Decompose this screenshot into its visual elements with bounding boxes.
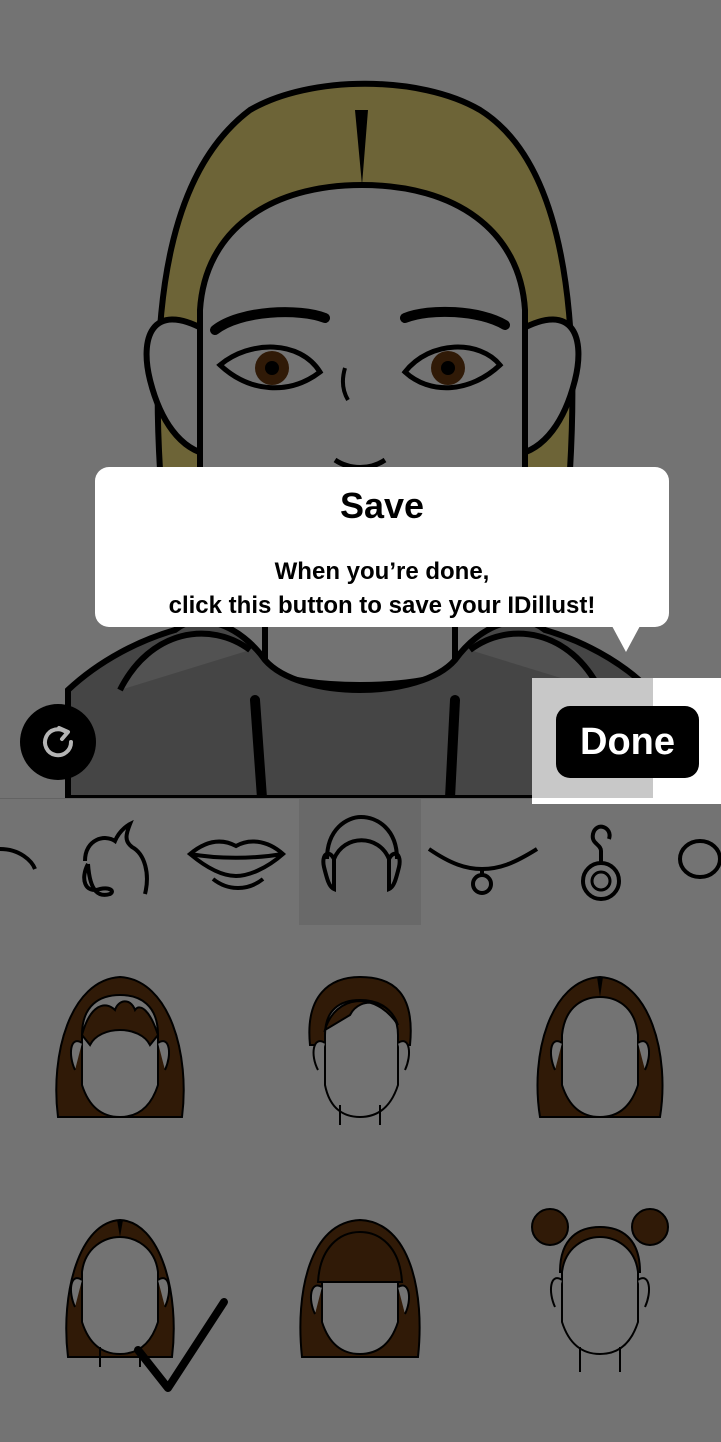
hair-option-space-buns[interactable] [480, 1202, 720, 1442]
checkmark-icon [134, 1298, 228, 1392]
ear-icon [82, 819, 149, 897]
tooltip-line-2: click this button to save your IDillust! [168, 592, 596, 619]
hair-option-blunt-bangs[interactable] [240, 1202, 480, 1442]
eyebrow-icon [0, 847, 37, 870]
hair-option-bob-bangs[interactable] [0, 925, 240, 1165]
category-tray [0, 798, 721, 926]
earring-icon [581, 824, 621, 901]
reset-button[interactable] [20, 704, 96, 780]
tray-item-lips[interactable] [178, 799, 300, 925]
save-tooltip: Save When you’re done, click this button… [95, 467, 669, 627]
ring-icon [678, 839, 721, 879]
tray-item-eyebrow[interactable] [0, 799, 62, 925]
tray-item-hair[interactable] [299, 799, 421, 925]
tooltip-body: When you’re done, click this button to s… [95, 555, 669, 623]
app-screen: Done Save When you’re done, click this b… [0, 0, 721, 1442]
tray-item-earring[interactable] [541, 799, 663, 925]
hair-option-medium-center-part[interactable] [480, 925, 720, 1165]
tooltip-line-1: When you’re done, [274, 558, 490, 585]
hair-option-short-side-part[interactable] [240, 925, 480, 1165]
done-button[interactable]: Done [556, 706, 699, 778]
tooltip-title: Save [339, 485, 425, 526]
necklace-icon [427, 847, 539, 895]
hair-options-grid [0, 925, 721, 1442]
tooltip-pointer [612, 626, 640, 652]
tray-item-ring[interactable] [662, 799, 721, 925]
avatar-face [197, 181, 528, 473]
rotate-icon [43, 726, 74, 758]
lips-icon [186, 839, 287, 890]
tray-item-ear[interactable] [60, 799, 182, 925]
avatar-neck [262, 620, 458, 688]
tray-item-necklace[interactable] [421, 799, 543, 925]
hair-icon [321, 814, 402, 892]
